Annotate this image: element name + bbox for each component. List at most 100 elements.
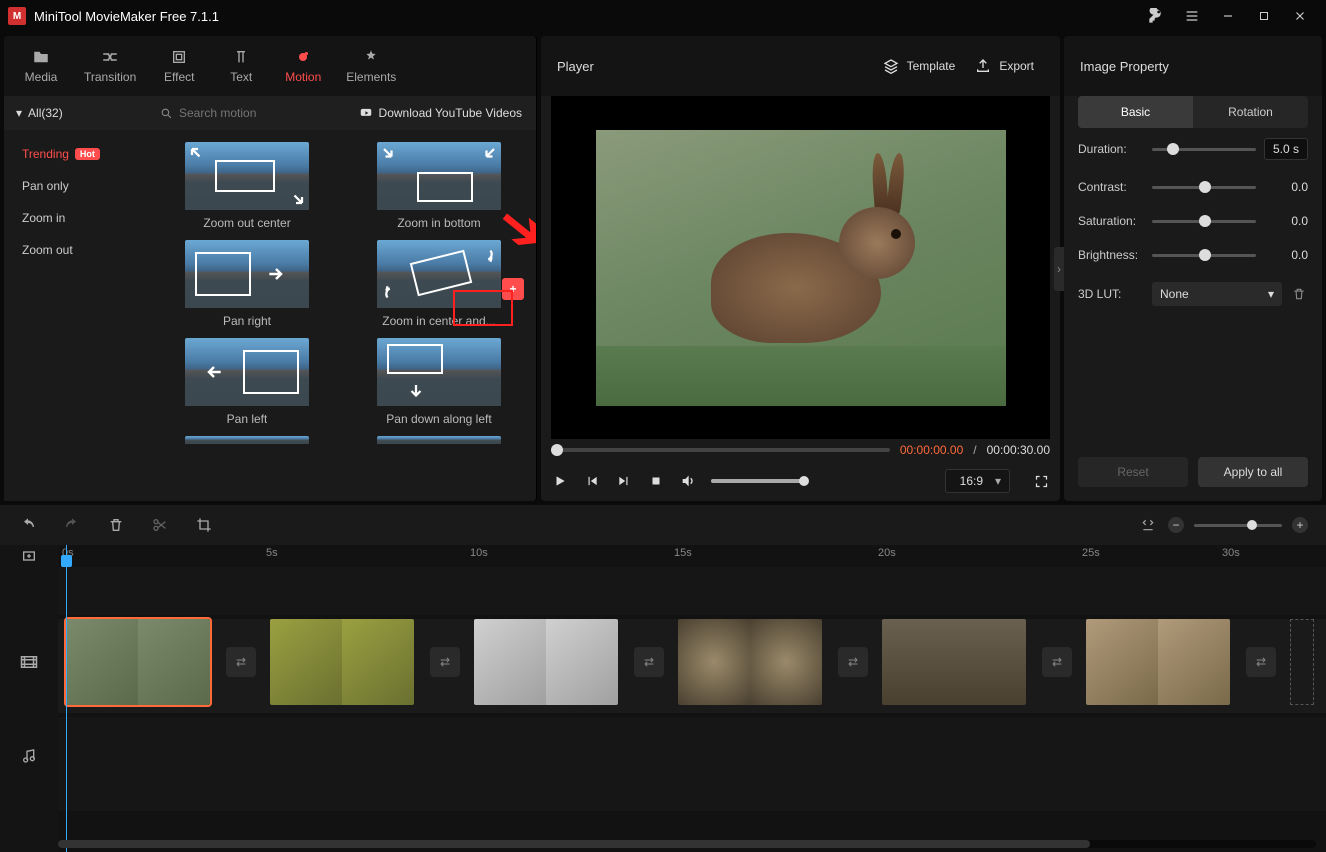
app-logo: M <box>8 7 26 25</box>
fullscreen-button[interactable] <box>1032 472 1050 490</box>
timeline-horizontal-scrollbar[interactable] <box>58 840 1316 848</box>
preview-viewport[interactable] <box>551 96 1050 439</box>
transition-slot[interactable]: ⇄ <box>1042 647 1072 677</box>
duration-label: Duration: <box>1078 142 1144 156</box>
volume-handle[interactable] <box>799 476 809 486</box>
clip-6[interactable] <box>1086 619 1230 705</box>
contrast-slider[interactable] <box>1152 186 1256 189</box>
search-input[interactable] <box>179 106 299 120</box>
saturation-value: 0.0 <box>1264 214 1308 228</box>
scrub-track[interactable] <box>551 448 890 452</box>
motion-item-zoom-in-bottom[interactable]: Zoom in bottom <box>350 142 528 230</box>
saturation-label: Saturation: <box>1078 214 1144 228</box>
tab-motion-label: Motion <box>285 70 321 84</box>
video-track[interactable]: ⇄ ⇄ ⇄ ⇄ ⇄ ⇄ <box>58 619 1326 713</box>
motion-item-pan-down-left[interactable]: Pan down along left <box>350 338 528 426</box>
play-button[interactable] <box>551 472 569 490</box>
video-track-icon[interactable] <box>0 615 58 709</box>
motion-item-peek[interactable] <box>350 436 528 444</box>
clip-4[interactable] <box>678 619 822 705</box>
category-zoom-out[interactable]: Zoom out <box>4 234 150 266</box>
zoom-slider[interactable] <box>1194 524 1282 527</box>
motion-item-pan-right[interactable]: Pan right <box>158 240 336 328</box>
ruler-tick: 30s <box>1222 547 1240 559</box>
text-track[interactable] <box>58 567 1326 615</box>
volume-icon[interactable] <box>679 472 697 490</box>
motion-item-zoom-out-center[interactable]: Zoom out center <box>158 142 336 230</box>
next-frame-button[interactable] <box>615 472 633 490</box>
hamburger-menu-icon[interactable] <box>1174 0 1210 32</box>
tab-text[interactable]: Text <box>210 42 272 90</box>
lut-delete-button[interactable] <box>1290 285 1308 303</box>
clip-1[interactable] <box>66 619 210 705</box>
tab-elements[interactable]: Elements <box>334 42 408 90</box>
reset-button[interactable]: Reset <box>1078 457 1188 487</box>
property-title: Image Property <box>1064 36 1322 96</box>
add-track-button[interactable] <box>0 545 58 567</box>
lut-label: 3D LUT: <box>1078 287 1144 301</box>
motion-item-peek[interactable] <box>158 436 336 444</box>
tab-rotation[interactable]: Rotation <box>1193 96 1308 128</box>
scrub-handle[interactable] <box>551 444 563 456</box>
redo-button[interactable] <box>62 515 82 535</box>
undo-button[interactable] <box>18 515 38 535</box>
transition-slot[interactable]: ⇄ <box>634 647 664 677</box>
motion-item-pan-left[interactable]: Pan left <box>158 338 336 426</box>
transition-slot[interactable]: ⇄ <box>1246 647 1276 677</box>
volume-slider[interactable] <box>711 479 805 483</box>
prev-frame-button[interactable] <box>583 472 601 490</box>
export-button[interactable]: Export <box>965 58 1044 74</box>
audio-track[interactable] <box>58 717 1326 811</box>
playhead[interactable] <box>66 545 67 852</box>
zoom-handle[interactable] <box>1247 520 1257 530</box>
zoom-in-button[interactable]: + <box>1292 517 1308 533</box>
stop-button[interactable] <box>647 472 665 490</box>
collapse-panel-button[interactable]: › <box>1054 247 1064 291</box>
category-trending[interactable]: Trending Hot <box>4 138 150 170</box>
apply-to-all-button[interactable]: Apply to all <box>1198 457 1308 487</box>
tab-effect[interactable]: Effect <box>148 42 210 90</box>
main-tabs: Media Transition Effect Text Motion Elem… <box>4 36 536 96</box>
delete-button[interactable] <box>106 515 126 535</box>
tab-transition[interactable]: Transition <box>72 42 148 90</box>
fit-zoom-button[interactable] <box>1138 515 1158 535</box>
motion-thumb <box>377 338 501 406</box>
clip-drop-zone[interactable] <box>1290 619 1314 705</box>
tab-media[interactable]: Media <box>10 42 72 90</box>
lut-select[interactable]: None ▾ <box>1152 282 1282 306</box>
audio-track-icon[interactable] <box>0 709 58 803</box>
scrollbar-thumb[interactable] <box>58 840 1090 848</box>
zoom-out-button[interactable]: − <box>1168 517 1184 533</box>
property-body: Duration: 5.0 s Contrast: 0.0 Saturation… <box>1064 138 1322 443</box>
crop-button[interactable] <box>194 515 214 535</box>
clip-5[interactable] <box>882 619 1026 705</box>
transition-slot[interactable]: ⇄ <box>838 647 868 677</box>
aspect-ratio-select[interactable]: 16:9 <box>945 469 1010 493</box>
category-label: Zoom out <box>22 243 73 257</box>
category-filter-all[interactable]: ▾ All(32) <box>4 106 150 120</box>
download-youtube-link[interactable]: Download YouTube Videos <box>345 106 536 120</box>
reset-label: Reset <box>1117 465 1148 479</box>
transition-slot[interactable]: ⇄ <box>430 647 460 677</box>
timeline-ruler[interactable]: 0s 5s 10s 15s 20s 25s 30s <box>58 545 1326 567</box>
transition-slot[interactable]: ⇄ <box>226 647 256 677</box>
license-key-icon[interactable] <box>1138 0 1174 32</box>
category-zoom-in[interactable]: Zoom in <box>4 202 150 234</box>
category-pan-only[interactable]: Pan only <box>4 170 150 202</box>
clip-3[interactable] <box>474 619 618 705</box>
timeline-tracks[interactable]: 0s 5s 10s 15s 20s 25s 30s ⇄ ⇄ ⇄ <box>58 545 1326 852</box>
motion-item-label: Zoom in bottom <box>397 216 480 230</box>
tab-motion[interactable]: Motion <box>272 42 334 90</box>
tab-basic[interactable]: Basic <box>1078 96 1193 128</box>
brightness-slider[interactable] <box>1152 254 1256 257</box>
template-button[interactable]: Template <box>873 58 966 74</box>
maximize-button[interactable] <box>1246 0 1282 32</box>
duration-slider[interactable] <box>1152 148 1256 151</box>
saturation-slider[interactable] <box>1152 220 1256 223</box>
minimize-button[interactable] <box>1210 0 1246 32</box>
close-button[interactable] <box>1282 0 1318 32</box>
clip-2[interactable] <box>270 619 414 705</box>
player-panel: Player Template Export 00:00:00.00 / <box>541 36 1060 501</box>
duration-value[interactable]: 5.0 s <box>1264 138 1308 160</box>
split-button[interactable] <box>150 515 170 535</box>
